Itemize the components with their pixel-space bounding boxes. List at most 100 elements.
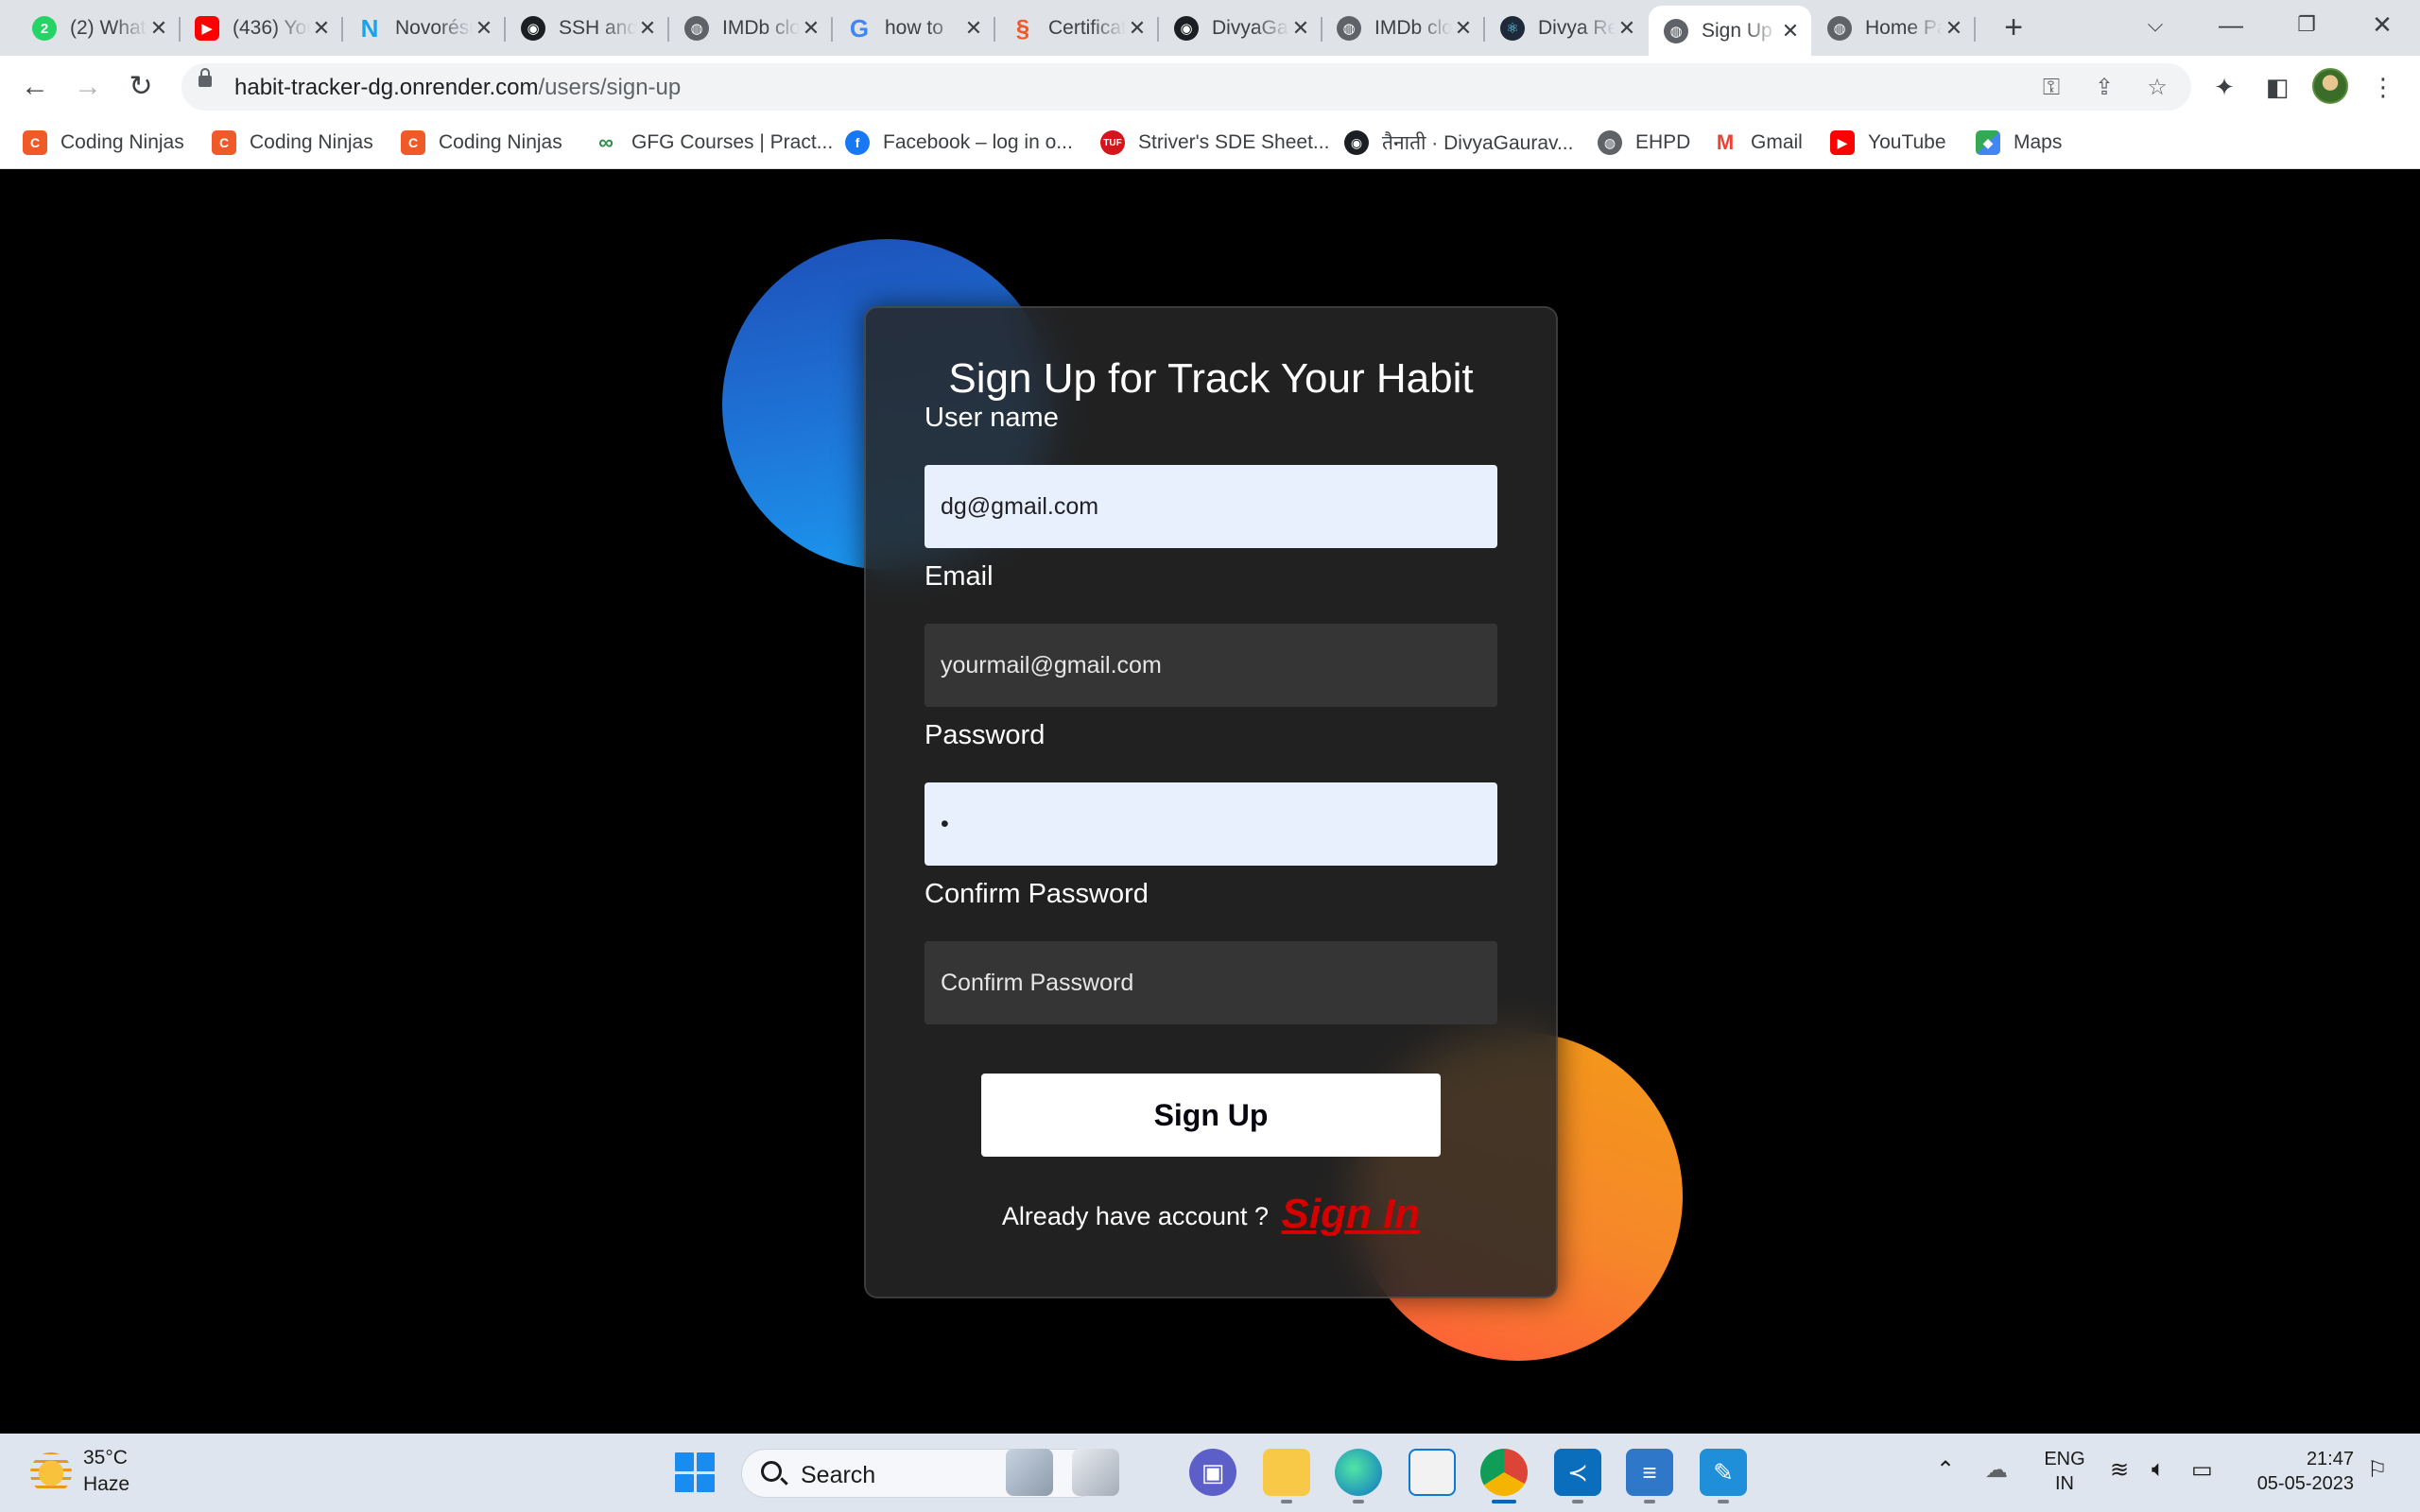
tab-title: (436) YouTube	[233, 17, 310, 39]
side-panel-icon[interactable]: ◧	[2259, 69, 2295, 105]
close-icon[interactable]: ✕	[1289, 16, 1312, 41]
tab-github-ssh[interactable]: ◉ SSH and GPG keys ✕	[506, 8, 669, 49]
wifi-icon[interactable]: ≋	[2110, 1456, 2129, 1484]
bookmark-coding-ninjas[interactable]: C Coding Ninjas	[23, 129, 184, 157]
bookmark-gfg[interactable]: ∞ GFG Courses | Pract...	[594, 129, 833, 157]
teams-chat-icon[interactable]: ▣	[1189, 1449, 1236, 1496]
weather-haze-icon[interactable]	[30, 1452, 72, 1494]
close-window-button[interactable]: ✕	[2344, 0, 2420, 53]
email-input[interactable]	[925, 624, 1497, 707]
bookmark-gmail[interactable]: M Gmail	[1713, 129, 1803, 157]
sign-up-button[interactable]: Sign Up	[981, 1074, 1441, 1157]
bookmark-github-divya[interactable]: ◉ तैनाती · DivyaGaurav...	[1344, 129, 1573, 157]
tab-github-divya[interactable]: ◉ DivyaGaurav ✕	[1159, 8, 1322, 49]
bookmark-coding-ninjas-3[interactable]: C Coding Ninjas	[401, 129, 562, 157]
url-text[interactable]: habit-tracker-dg.onrender.com/users/sign…	[234, 75, 681, 101]
tab-google-search[interactable]: G how to ✕	[832, 8, 995, 49]
tab-novoresume[interactable]: N Novorésumé ✕	[342, 8, 506, 49]
onedrive-cloud-icon[interactable]: ☁	[1985, 1456, 2008, 1484]
close-icon[interactable]: ✕	[310, 16, 333, 41]
weather-temperature[interactable]: 35°C	[83, 1447, 128, 1469]
close-icon[interactable]: ✕	[800, 16, 822, 41]
tab-divya-react[interactable]: ⚛ Divya React ✕	[1485, 8, 1648, 49]
bookmark-coding-ninjas-2[interactable]: C Coding Ninjas	[212, 129, 373, 157]
task-view-icon[interactable]	[1072, 1449, 1119, 1496]
close-icon[interactable]: ✕	[1616, 16, 1638, 41]
bookmark-striver[interactable]: TUF Striver's SDE Sheet...	[1100, 129, 1329, 157]
tab-imdb-clone[interactable]: ◍ IMDb clone ✕	[669, 8, 833, 49]
bookmark-label: Facebook – log in o...	[883, 131, 1073, 153]
show-hidden-icons-chevron-icon[interactable]: ⌃	[1936, 1456, 1955, 1484]
tab-whatsapp[interactable]: 2 (2) WhatsApp ✕	[17, 8, 181, 49]
close-icon[interactable]: ✕	[473, 16, 495, 41]
extensions-puzzle-icon[interactable]: ✦	[2206, 69, 2242, 105]
lock-icon[interactable]	[199, 68, 212, 87]
tab-home-page[interactable]: ◍ Home Page ✕	[1812, 8, 1976, 49]
minimize-button[interactable]: —	[2193, 0, 2269, 53]
search-highlight-icon[interactable]	[1006, 1449, 1053, 1496]
bookmark-label: Coding Ninjas	[439, 131, 562, 153]
facebook-icon: f	[845, 130, 870, 155]
close-icon[interactable]: ✕	[1452, 16, 1475, 41]
tab-youtube[interactable]: ▶ (436) YouTube ✕	[180, 8, 343, 49]
chrome-icon[interactable]	[1480, 1449, 1528, 1503]
vscode-icon[interactable]: ≺	[1554, 1449, 1601, 1503]
google-icon: G	[849, 13, 870, 43]
codingninjas-icon: C	[401, 130, 425, 155]
back-arrow-icon[interactable]: ←	[13, 65, 57, 109]
tab-search-chevron-icon[interactable]: ⌵	[2118, 0, 2193, 53]
profile-avatar[interactable]	[2312, 68, 2348, 104]
password-label: Password	[925, 720, 1046, 750]
globe-icon: ◍	[1337, 16, 1361, 41]
notification-bell-icon[interactable]: ⚐	[2367, 1456, 2388, 1484]
bookmark-facebook[interactable]: f Facebook – log in o...	[845, 129, 1073, 157]
search-icon	[761, 1461, 782, 1482]
confirm-password-input[interactable]	[925, 941, 1497, 1024]
close-icon[interactable]: ✕	[1126, 16, 1149, 41]
reload-icon[interactable]: ↻	[119, 65, 163, 109]
tab-title: Certificate	[1048, 17, 1126, 39]
forward-arrow-icon[interactable]: →	[66, 65, 110, 109]
bookmark-label: EHPD	[1635, 131, 1691, 153]
system-clock[interactable]: 21:47 05-05-2023	[2240, 1447, 2354, 1496]
restore-button[interactable]: ❐	[2269, 0, 2344, 53]
paint-icon[interactable]: ✎	[1700, 1449, 1747, 1503]
password-key-icon[interactable]: ⚿	[2036, 73, 2066, 103]
windows-start-icon[interactable]	[675, 1452, 715, 1492]
tab-imdb-clone-2[interactable]: ◍ IMDb clone ✕	[1322, 8, 1485, 49]
bookmark-label: Coding Ninjas	[60, 131, 184, 153]
share-icon[interactable]: ⇪	[2089, 73, 2119, 103]
password-input[interactable]	[925, 782, 1497, 866]
tab-sign-up-active[interactable]: ◍ Sign Up ✕	[1649, 6, 1811, 56]
weather-description[interactable]: Haze	[83, 1473, 130, 1496]
page-viewport: Sign Up for Track Your Habit User name E…	[0, 170, 2420, 1434]
bookmark-maps[interactable]: ◆ Maps	[1976, 129, 2062, 157]
bookmark-star-icon[interactable]: ☆	[2142, 73, 2172, 103]
close-icon[interactable]: ✕	[1943, 16, 1965, 41]
tab-strip: 2 (2) WhatsApp ✕ ▶ (436) YouTube ✕ N Nov…	[0, 0, 2420, 56]
globe-icon: ◍	[1827, 16, 1852, 41]
tab-certificate[interactable]: § Certificate ✕	[995, 8, 1159, 49]
username-input[interactable]	[925, 465, 1497, 548]
notepad-icon[interactable]: ≡	[1626, 1449, 1673, 1503]
bookmark-ehpd[interactable]: ◍ EHPD	[1598, 129, 1690, 157]
signup-form-card: Sign Up for Track Your Habit User name E…	[864, 306, 1558, 1298]
close-icon[interactable]: ✕	[636, 16, 659, 41]
close-icon[interactable]: ✕	[147, 16, 170, 41]
bookmark-label: Maps	[2014, 131, 2063, 153]
address-bar[interactable]: habit-tracker-dg.onrender.com/users/sign…	[182, 63, 2191, 111]
new-tab-button[interactable]: +	[1995, 9, 2032, 47]
bookmark-youtube[interactable]: ▶ YouTube	[1830, 129, 1946, 157]
close-icon[interactable]: ✕	[962, 16, 985, 41]
menu-kebab-icon[interactable]: ⋮	[2365, 69, 2401, 105]
file-explorer-icon[interactable]	[1263, 1449, 1310, 1503]
maps-icon: ◆	[1976, 130, 2000, 155]
battery-icon[interactable]: ▭	[2191, 1456, 2213, 1484]
speaker-volume-icon[interactable]: 🔈︎	[2152, 1456, 2165, 1483]
sign-in-link[interactable]: Sign In	[1282, 1191, 1421, 1237]
edge-browser-icon[interactable]	[1335, 1449, 1382, 1503]
close-icon[interactable]: ✕	[1779, 19, 1802, 43]
microsoft-store-icon[interactable]	[1409, 1449, 1456, 1496]
form-title: Sign Up for Track Your Habit	[948, 355, 1474, 402]
language-indicator[interactable]: ENG IN	[2044, 1447, 2085, 1496]
